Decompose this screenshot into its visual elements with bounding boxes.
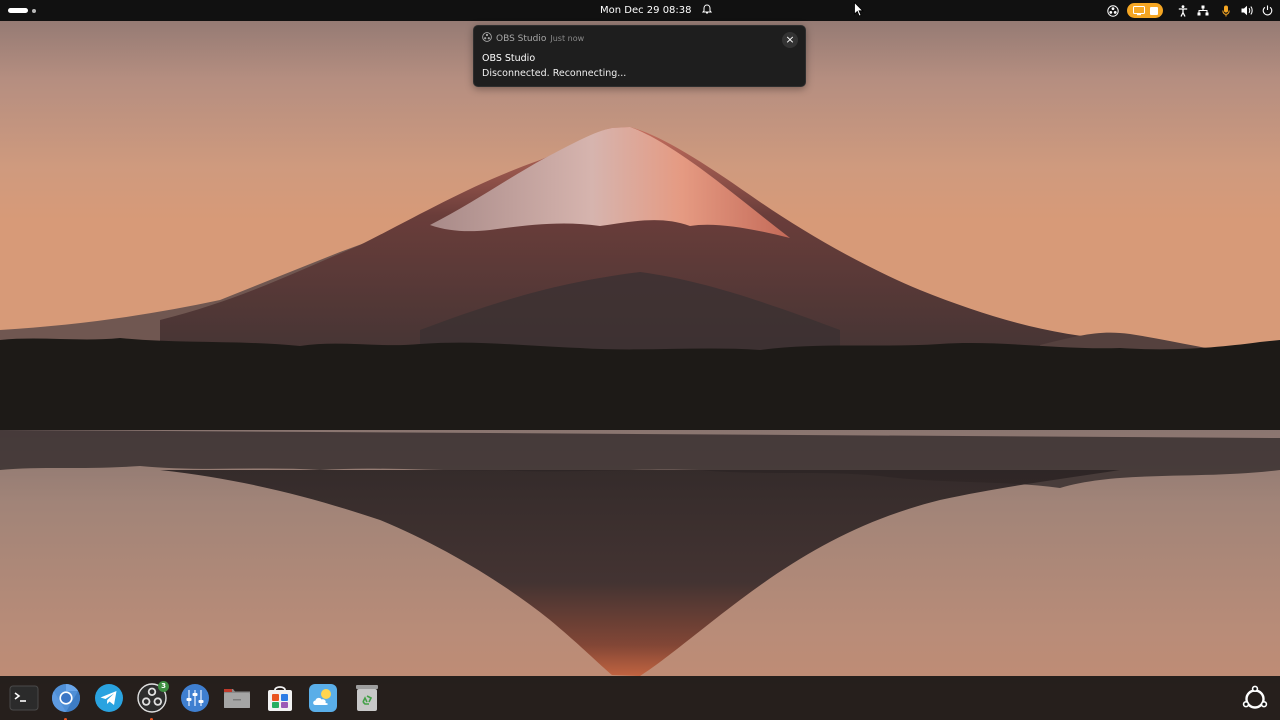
notification-app-name: OBS Studio (496, 33, 547, 44)
obs-tray-icon[interactable] (1103, 0, 1123, 21)
top-bar: Mon Dec 29 08:38 (0, 0, 1280, 21)
dock-item-chromium[interactable] (51, 683, 81, 720)
volume-icon (1238, 0, 1255, 21)
system-menu-button[interactable] (1213, 0, 1280, 21)
microphone-icon (1217, 0, 1234, 21)
workspace-pill (8, 8, 28, 13)
wallpaper (0, 0, 1280, 720)
dock-item-files[interactable] (222, 683, 252, 713)
stop-icon (1149, 6, 1158, 15)
chromium-icon (52, 684, 80, 712)
network-icon[interactable] (1193, 0, 1213, 21)
dock-item-telegram[interactable] (94, 683, 124, 713)
show-apps-button[interactable] (1241, 685, 1269, 713)
activities-indicator[interactable] (8, 7, 36, 14)
close-icon[interactable]: × (782, 32, 798, 48)
notification-header: OBS Studio Just now (482, 32, 584, 45)
dock-item-obs-studio[interactable]: 3 (137, 681, 169, 720)
store-icon (268, 686, 292, 711)
dock-item-trash[interactable] (352, 683, 382, 713)
clock-button[interactable]: Mon Dec 29 08:38 (594, 0, 718, 21)
accessibility-icon[interactable] (1173, 0, 1193, 21)
telegram-icon (95, 684, 123, 712)
ubuntu-apps-icon (1242, 685, 1268, 709)
notification-title: OBS Studio (482, 53, 536, 64)
power-icon (1259, 0, 1276, 21)
notification-banner[interactable]: OBS Studio Just now × OBS Studio Disconn… (473, 25, 806, 87)
folder-icon (224, 689, 250, 708)
obs-icon (482, 32, 492, 45)
dock-item-terminal[interactable] (9, 683, 39, 713)
trash-icon (356, 685, 378, 711)
screencast-icon (1132, 5, 1145, 15)
notification-time: Just now (550, 34, 585, 43)
dock-item-app-center[interactable] (265, 683, 295, 713)
terminal-icon (9, 685, 39, 711)
workspace-dot (32, 8, 36, 13)
mixer-icon (181, 684, 209, 712)
weather-icon (309, 684, 337, 712)
system-tray (1103, 0, 1280, 21)
bell-icon (701, 3, 712, 18)
screencast-indicator[interactable] (1127, 3, 1163, 18)
notification-body: Disconnected. Reconnecting... (482, 68, 627, 79)
dock-item-weather[interactable] (308, 683, 338, 713)
desktop: Mon Dec 29 08:38 OBS Studio Just now × O… (0, 0, 1280, 720)
mouse-cursor-icon (854, 2, 864, 17)
notification-badge: 3 (158, 681, 169, 692)
dock-item-mixer[interactable] (180, 683, 210, 713)
clock-text: Mon Dec 29 08:38 (600, 5, 692, 16)
dock: 3 (0, 676, 1280, 720)
